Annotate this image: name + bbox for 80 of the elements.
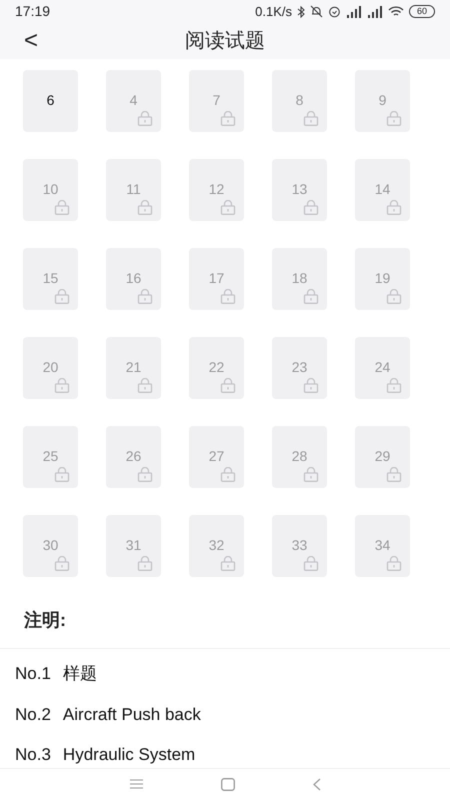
lock-icon [386, 200, 402, 216]
question-tile[interactable]: 15 [23, 248, 78, 310]
question-tile[interactable]: 10 [23, 159, 78, 222]
question-tile[interactable]: 22 [189, 337, 244, 400]
lock-icon [303, 200, 319, 216]
wifi-icon [388, 6, 404, 18]
lock-icon [220, 111, 236, 126]
lock-icon [137, 111, 153, 126]
menu-icon[interactable] [130, 779, 142, 790]
lock-icon [220, 200, 236, 216]
question-tile[interactable]: 12 [189, 159, 244, 222]
question-tile[interactable]: 18 [272, 248, 327, 310]
note-number: No.2 [15, 704, 51, 726]
back-icon[interactable] [312, 778, 320, 791]
question-tile[interactable]: 25 [23, 426, 78, 488]
home-icon[interactable] [220, 778, 234, 791]
lock-icon [137, 378, 153, 394]
question-tile[interactable]: 32 [189, 515, 244, 578]
status-time: 17:19 [15, 2, 50, 22]
lock-icon [303, 111, 319, 126]
muted-bell-icon [310, 5, 323, 18]
lock-icon [137, 200, 153, 216]
question-tile[interactable]: 20 [23, 337, 78, 400]
question-tile[interactable]: 16 [106, 248, 161, 310]
question-tile[interactable]: 13 [272, 159, 327, 222]
lock-icon [386, 467, 402, 482]
note-title: Hydraulic System [62, 744, 196, 766]
note-title: Aircraft Push back [62, 704, 201, 726]
question-tile[interactable]: 17 [189, 248, 244, 310]
lock-icon [137, 556, 153, 572]
question-tile[interactable]: 30 [23, 515, 78, 578]
lock-icon [54, 467, 70, 482]
lock-icon [303, 289, 319, 304]
lock-icon [220, 289, 236, 304]
question-tile[interactable]: 4 [106, 70, 161, 132]
network-speed: 0.1K/s [255, 2, 292, 21]
alarm-icon [328, 5, 341, 18]
back-button[interactable]: < [20, 23, 42, 60]
question-tile[interactable]: 29 [355, 426, 410, 488]
lock-icon [303, 467, 319, 482]
question-tile[interactable]: 8 [272, 70, 327, 132]
lock-icon [220, 467, 236, 482]
lock-icon [220, 556, 236, 572]
question-tile[interactable]: 33 [272, 515, 327, 578]
question-tile[interactable]: 7 [189, 70, 244, 132]
question-tile[interactable]: 26 [106, 426, 161, 488]
lock-icon [220, 378, 236, 394]
signal-icon [346, 6, 362, 18]
question-tile[interactable]: 14 [355, 159, 410, 222]
question-tile[interactable]: 19 [355, 248, 410, 310]
lock-icon [303, 378, 319, 394]
question-tile[interactable]: 6 [23, 70, 78, 132]
lock-icon [54, 556, 70, 572]
lock-icon [137, 467, 153, 482]
question-tile[interactable]: 31 [106, 515, 161, 578]
lock-icon [386, 289, 402, 304]
page-title: 阅读试题 [185, 29, 265, 54]
lock-icon [54, 378, 70, 394]
lock-icon [137, 289, 153, 304]
question-tile[interactable]: 28 [272, 426, 327, 488]
question-tile[interactable]: 11 [106, 159, 161, 222]
lock-icon [386, 111, 402, 126]
bluetooth-icon [296, 6, 305, 18]
note-title: 样题 [62, 663, 97, 686]
signal-icon [366, 6, 383, 18]
lock-icon [54, 200, 70, 216]
question-tile[interactable]: 23 [272, 337, 327, 400]
lock-icon [54, 289, 70, 304]
note-number: No.1 [15, 663, 51, 686]
question-tile[interactable]: 34 [355, 515, 410, 578]
question-tile[interactable]: 21 [106, 337, 161, 400]
lock-icon [303, 556, 319, 572]
question-tile[interactable]: 27 [189, 426, 244, 488]
note-number: No.3 [15, 744, 51, 766]
lock-icon [386, 556, 402, 572]
battery-indicator: 60 [408, 5, 435, 18]
question-tile[interactable]: 9 [355, 70, 410, 132]
question-tile[interactable]: 24 [355, 337, 410, 400]
lock-icon [386, 378, 402, 394]
notes-heading: 注明: [24, 610, 66, 630]
